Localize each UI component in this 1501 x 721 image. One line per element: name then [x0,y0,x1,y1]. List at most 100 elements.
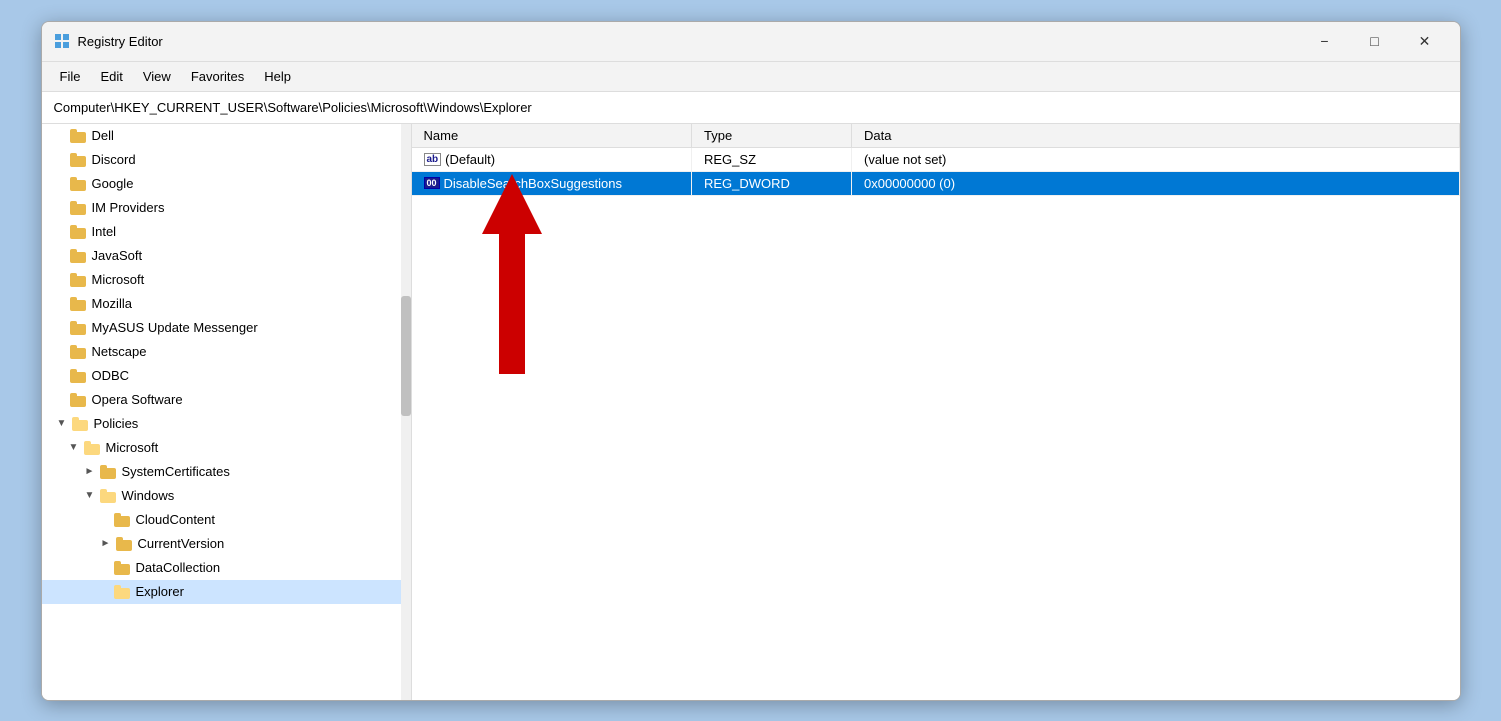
sidebar-label: Opera Software [92,392,183,407]
maximize-button[interactable]: □ [1352,25,1398,57]
sidebar-label: Dell [92,128,114,143]
sidebar-tree: Dell Discord Google IM Providers Int [42,124,412,700]
menu-edit[interactable]: Edit [90,65,132,88]
sidebar-item-microsoft-policies[interactable]: ▼ Microsoft [42,436,411,460]
sidebar-label: Microsoft [92,272,145,287]
address-text: Computer\HKEY_CURRENT_USER\Software\Poli… [54,100,532,115]
reg-type-cell: REG_DWORD [692,171,852,195]
app-icon [54,33,70,49]
menu-view[interactable]: View [133,65,181,88]
folder-icon [70,201,88,215]
folder-icon [114,585,132,599]
sidebar-label: JavaSoft [92,248,143,263]
sidebar-label: DataCollection [136,560,221,575]
close-button[interactable]: ✕ [1402,25,1448,57]
folder-icon [70,297,88,311]
menu-bar: File Edit View Favorites Help [42,62,1460,92]
sidebar-label: Windows [122,488,175,503]
folder-icon [84,441,102,455]
table-row[interactable]: 00 DisableSearchBoxSuggestions REG_DWORD… [412,171,1460,195]
col-header-data: Data [852,124,1460,148]
folder-icon [70,129,88,143]
sidebar-item-javasoft[interactable]: JavaSoft [42,244,411,268]
sidebar-label: CurrentVersion [138,536,225,551]
table-row[interactable]: ab (Default) REG_SZ (value not set) [412,147,1460,171]
sidebar-item-intel[interactable]: Intel [42,220,411,244]
sidebar-item-google[interactable]: Google [42,172,411,196]
folder-icon [100,489,118,503]
reg-name-cell: ab (Default) [412,147,692,171]
scrollbar-track[interactable] [401,124,411,700]
folder-icon [70,153,88,167]
registry-editor-window: Registry Editor − □ ✕ File Edit View Fav… [41,21,1461,701]
sidebar-label: Explorer [136,584,184,599]
sidebar-item-netscape[interactable]: Netscape [42,340,411,364]
title-bar: Registry Editor − □ ✕ [42,22,1460,62]
reg-name: (Default) [445,152,495,167]
sidebar-item-opera[interactable]: Opera Software [42,388,411,412]
folder-icon [70,393,88,407]
sidebar-item-windows[interactable]: ▼ Windows [42,484,411,508]
folder-icon [70,249,88,263]
sidebar-label: Netscape [92,344,147,359]
folder-icon [70,345,88,359]
sidebar-item-discord[interactable]: Discord [42,148,411,172]
window-title: Registry Editor [78,34,1302,49]
address-bar[interactable]: Computer\HKEY_CURRENT_USER\Software\Poli… [42,92,1460,124]
menu-file[interactable]: File [50,65,91,88]
folder-icon [114,513,132,527]
sidebar-item-mozilla[interactable]: Mozilla [42,292,411,316]
sidebar-item-currentversion[interactable]: ► CurrentVersion [42,532,411,556]
sidebar-label: Policies [94,416,139,431]
main-content: Dell Discord Google IM Providers Int [42,124,1460,700]
collapse-icon[interactable]: ▼ [54,416,70,432]
sidebar-label: Discord [92,152,136,167]
menu-help[interactable]: Help [254,65,301,88]
registry-pane: Name Type Data ab (Default) [412,124,1460,700]
reg-type-icon: ab [424,153,442,166]
sidebar-label: Google [92,176,134,191]
folder-icon [70,273,88,287]
expand-icon[interactable]: ► [98,536,114,552]
sidebar-item-systemcerts[interactable]: ► SystemCertificates [42,460,411,484]
sidebar-label: IM Providers [92,200,165,215]
sidebar-item-cloudcontent[interactable]: CloudContent [42,508,411,532]
minimize-button[interactable]: − [1302,25,1348,57]
col-header-type: Type [692,124,852,148]
col-header-name: Name [412,124,692,148]
sidebar-item-odbc[interactable]: ODBC [42,364,411,388]
reg-name: DisableSearchBoxSuggestions [444,176,623,191]
menu-favorites[interactable]: Favorites [181,65,254,88]
folder-icon [72,417,90,431]
reg-type-cell: REG_SZ [692,147,852,171]
folder-icon [70,321,88,335]
reg-data-cell: 0x00000000 (0) [852,171,1460,195]
sidebar-label: Mozilla [92,296,132,311]
sidebar-item-microsoft[interactable]: Microsoft [42,268,411,292]
expand-icon[interactable]: ► [82,464,98,480]
collapse-icon[interactable]: ▼ [82,488,98,504]
sidebar-item-myasus[interactable]: MyASUS Update Messenger [42,316,411,340]
window-controls: − □ ✕ [1302,25,1448,57]
sidebar-item-explorer[interactable]: Explorer [42,580,411,604]
collapse-icon[interactable]: ▼ [66,440,82,456]
folder-icon [70,369,88,383]
folder-icon [70,177,88,191]
reg-data-cell: (value not set) [852,147,1460,171]
sidebar-item-policies[interactable]: ▼ Policies [42,412,411,436]
folder-icon [116,537,134,551]
sidebar-label: Microsoft [106,440,159,455]
scrollbar-thumb[interactable] [401,296,411,416]
sidebar-label: Intel [92,224,117,239]
sidebar-label: CloudContent [136,512,216,527]
folder-icon [100,465,118,479]
registry-table[interactable]: Name Type Data ab (Default) [412,124,1460,700]
sidebar-label: ODBC [92,368,130,383]
sidebar-item-datacollection[interactable]: DataCollection [42,556,411,580]
folder-icon [114,561,132,575]
reg-type-icon: 00 [424,177,440,189]
sidebar-item-dell[interactable]: Dell [42,124,411,148]
sidebar-item-im-providers[interactable]: IM Providers [42,196,411,220]
reg-name-cell: 00 DisableSearchBoxSuggestions [412,171,692,195]
sidebar-label: SystemCertificates [122,464,230,479]
